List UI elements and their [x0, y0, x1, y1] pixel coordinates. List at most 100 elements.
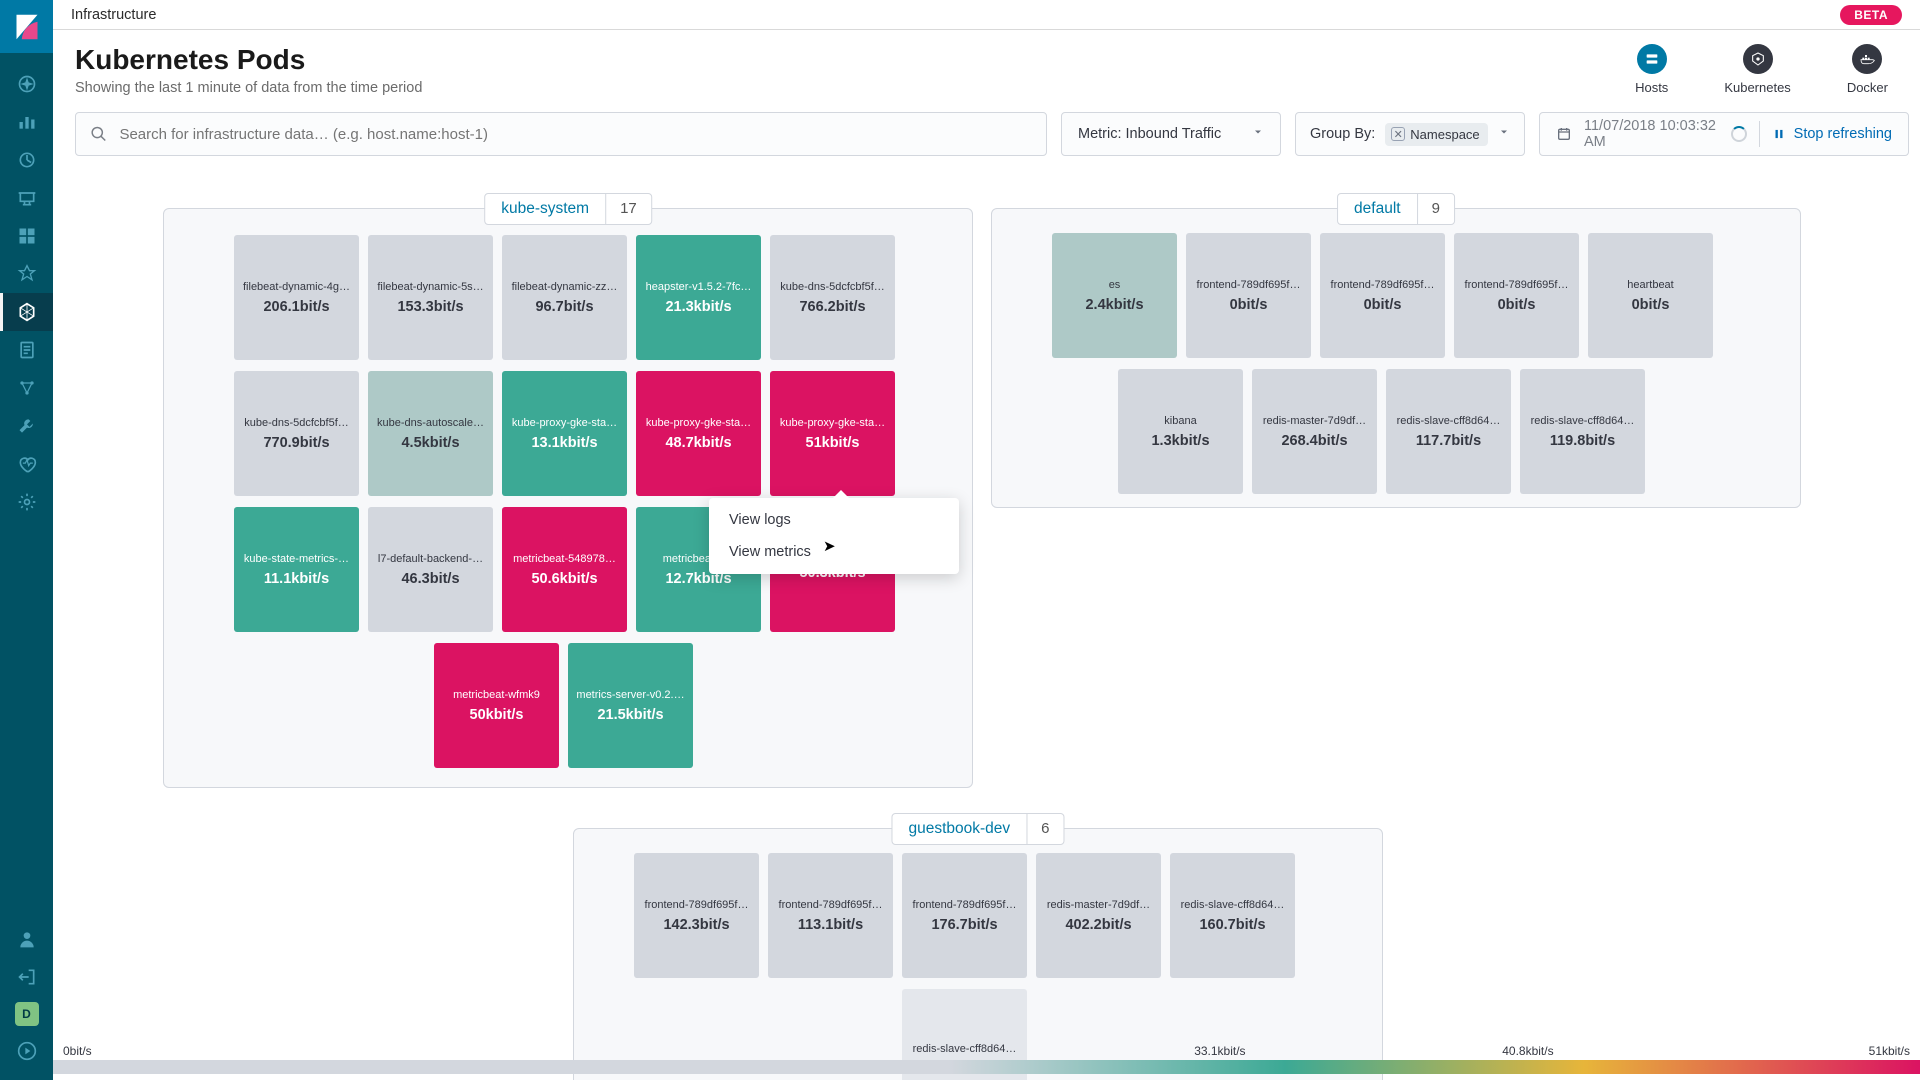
group-name: kube-system — [485, 194, 606, 224]
pod-tile[interactable]: metricbeat-548978…50.6kbit/s — [502, 507, 627, 632]
pod-tile[interactable]: l7-default-backend-…46.3bit/s — [368, 507, 493, 632]
kibana-logo[interactable] — [0, 0, 53, 53]
pod-tile[interactable]: frontend-789df695f…176.7bit/s — [902, 853, 1027, 978]
pod-tile[interactable]: filebeat-dynamic-4g…206.1bit/s — [234, 235, 359, 360]
nav-collapse[interactable] — [0, 1032, 53, 1070]
calendar-icon — [1556, 126, 1572, 142]
kubernetes-icon — [1743, 44, 1773, 74]
time-picker[interactable]: 11/07/2018 10:03:32 AM Stop refreshing — [1539, 112, 1909, 156]
groupby-label: Group By: — [1310, 126, 1375, 142]
nav-management[interactable] — [0, 483, 53, 521]
waffle-link-kubernetes-label: Kubernetes — [1724, 80, 1791, 95]
pod-tile[interactable]: frontend-789df695f…142.3bit/s — [634, 853, 759, 978]
pod-tile[interactable]: redis-slave-cff8d64…117.7bit/s — [1386, 369, 1511, 494]
side-nav: D — [0, 0, 53, 1080]
group-guestbook-dev: guestbook-dev 6 frontend-789df695f…142.3… — [573, 828, 1383, 1080]
legend-mid1: 33.1kbit/s — [1194, 1044, 1245, 1058]
pod-tile[interactable]: kube-dns-autoscale…4.5kbit/s — [368, 371, 493, 496]
legend-min: 0bit/s — [63, 1044, 92, 1058]
pod-tile[interactable]: frontend-789df695f…113.1bit/s — [768, 853, 893, 978]
beta-badge: BETA — [1840, 5, 1902, 25]
waffle-link-hosts-label: Hosts — [1635, 80, 1668, 95]
metric-select[interactable]: Metric: Inbound Traffic — [1061, 112, 1281, 156]
legend-mid2: 40.8kbit/s — [1502, 1044, 1553, 1058]
group-count: 9 — [1418, 194, 1454, 224]
pod-tile[interactable]: kube-proxy-gke-sta…13.1kbit/s — [502, 371, 627, 496]
group-default: default 9 es2.4kbit/s frontend-789df695f… — [991, 208, 1801, 508]
nav-user[interactable] — [0, 920, 53, 958]
pod-tile[interactable]: metricbeat-wfmk950kbit/s — [434, 643, 559, 768]
pod-tile[interactable]: redis-slave-cff8d64…160.7bit/s — [1170, 853, 1295, 978]
group-name: default — [1338, 194, 1418, 224]
groupby-select[interactable]: Group By: ✕ Namespace — [1295, 112, 1525, 156]
group-label-default[interactable]: default 9 — [1337, 193, 1455, 225]
pod-tile[interactable]: redis-slave-cff8d64…119.8bit/s — [1520, 369, 1645, 494]
search-input[interactable] — [119, 126, 1032, 143]
nav-dashboard[interactable] — [0, 141, 53, 179]
stop-refreshing-button[interactable]: Stop refreshing — [1772, 126, 1892, 142]
waffle-link-hosts[interactable]: Hosts — [1635, 44, 1668, 95]
context-menu: View logs View metrics — [709, 498, 959, 574]
nav-canvas[interactable] — [0, 179, 53, 217]
pod-tile[interactable]: redis-master-7d9df…402.2bit/s — [1036, 853, 1161, 978]
breadcrumb-row: Infrastructure BETA — [53, 0, 1920, 30]
pod-tile[interactable]: kube-dns-5dcfcbf5f…770.9bit/s — [234, 371, 359, 496]
breadcrumb[interactable]: Infrastructure — [71, 7, 156, 23]
stop-refreshing-label: Stop refreshing — [1794, 126, 1892, 142]
close-icon[interactable]: ✕ — [1391, 127, 1405, 141]
context-view-logs[interactable]: View logs — [709, 504, 959, 536]
group-count: 6 — [1027, 814, 1063, 844]
pod-tile[interactable]: filebeat-dynamic-5s…153.3bit/s — [368, 235, 493, 360]
nav-monitoring[interactable] — [0, 445, 53, 483]
group-label-kube-system[interactable]: kube-system 17 — [484, 193, 652, 225]
nav-graph[interactable] — [0, 369, 53, 407]
legend-max: 51kbit/s — [1869, 1044, 1910, 1058]
pod-tile[interactable]: heartbeat0bit/s — [1588, 233, 1713, 358]
pod-tile[interactable]: kibana1.3kbit/s — [1118, 369, 1243, 494]
legend: 0bit/s 33.1kbit/s 40.8kbit/s 51kbit/s — [53, 1044, 1920, 1080]
pod-tile[interactable]: metrics-server-v0.2.…21.5kbit/s — [568, 643, 693, 768]
nav-logs[interactable] — [0, 331, 53, 369]
search-icon — [90, 125, 107, 143]
timestamp-value: 11/07/2018 10:03:32 AM — [1584, 118, 1719, 150]
nav-infrastructure[interactable] — [0, 293, 53, 331]
page-title: Kubernetes Pods — [75, 44, 422, 76]
waffle-link-docker[interactable]: Docker — [1847, 44, 1888, 95]
loading-spinner-icon — [1731, 126, 1747, 142]
pod-tile[interactable]: kube-state-metrics-…11.1kbit/s — [234, 507, 359, 632]
metric-label: Metric: Inbound Traffic — [1078, 126, 1221, 142]
nav-visualize[interactable] — [0, 103, 53, 141]
group-label-guestbook[interactable]: guestbook-dev 6 — [891, 813, 1064, 845]
pod-tile[interactable]: frontend-789df695f…0bit/s — [1454, 233, 1579, 358]
pod-tile[interactable]: redis-master-7d9df…268.4bit/s — [1252, 369, 1377, 494]
search-box[interactable] — [75, 112, 1047, 156]
pod-tile[interactable]: kube-proxy-gke-sta…48.7kbit/s — [636, 371, 761, 496]
groupby-pill[interactable]: ✕ Namespace — [1385, 123, 1487, 146]
pod-tile[interactable]: heapster-v1.5.2-7fc…21.3kbit/s — [636, 235, 761, 360]
legend-gradient — [53, 1060, 1920, 1074]
pod-tile[interactable]: kube-proxy-gke-sta…51kbit/s — [770, 371, 895, 496]
divider — [1759, 121, 1760, 147]
group-count: 17 — [606, 194, 651, 224]
nav-space-badge[interactable]: D — [15, 1002, 39, 1026]
page-subtitle: Showing the last 1 minute of data from t… — [75, 80, 422, 96]
nav-devtools[interactable] — [0, 407, 53, 445]
storage-icon — [1637, 44, 1667, 74]
waffle-link-kubernetes[interactable]: Kubernetes — [1724, 44, 1791, 95]
groupby-pill-label: Namespace — [1410, 127, 1479, 142]
pod-tile[interactable]: filebeat-dynamic-zz…96.7bit/s — [502, 235, 627, 360]
nav-apm[interactable] — [0, 255, 53, 293]
waffle-link-docker-label: Docker — [1847, 80, 1888, 95]
context-view-metrics[interactable]: View metrics — [709, 536, 959, 568]
nav-ml[interactable] — [0, 217, 53, 255]
group-name: guestbook-dev — [892, 814, 1027, 844]
pod-tile[interactable]: frontend-789df695f…0bit/s — [1186, 233, 1311, 358]
nav-logout[interactable] — [0, 958, 53, 996]
nav-discover[interactable] — [0, 65, 53, 103]
chevron-down-icon — [1252, 126, 1264, 142]
pod-tile[interactable]: frontend-789df695f…0bit/s — [1320, 233, 1445, 358]
docker-icon — [1852, 44, 1882, 74]
pod-tile[interactable]: kube-dns-5dcfcbf5f…766.2bit/s — [770, 235, 895, 360]
chevron-down-icon — [1498, 125, 1510, 143]
pod-tile[interactable]: es2.4kbit/s — [1052, 233, 1177, 358]
